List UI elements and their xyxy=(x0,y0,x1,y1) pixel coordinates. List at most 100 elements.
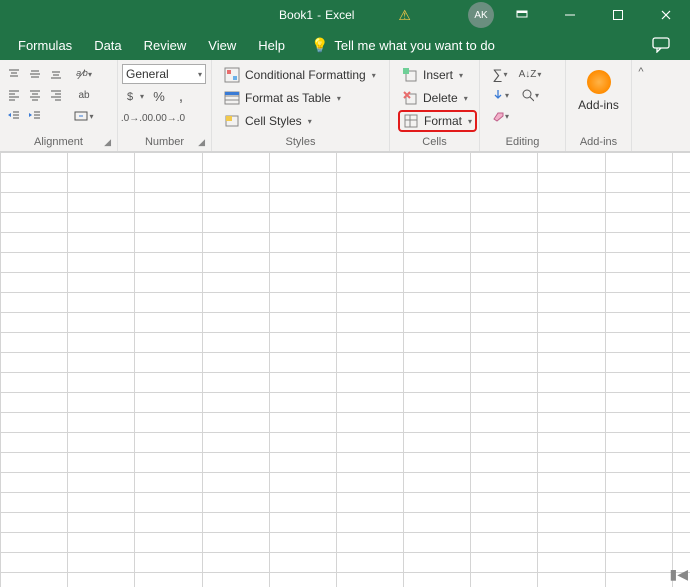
cell[interactable] xyxy=(1,313,68,333)
cell[interactable] xyxy=(672,173,690,193)
cell[interactable] xyxy=(135,573,202,587)
cell[interactable] xyxy=(672,533,690,553)
cell[interactable] xyxy=(135,173,202,193)
cell[interactable] xyxy=(68,513,135,533)
cell[interactable] xyxy=(672,233,690,253)
cell[interactable] xyxy=(404,253,471,273)
cell[interactable] xyxy=(672,413,690,433)
cell[interactable] xyxy=(605,413,672,433)
cell[interactable] xyxy=(135,553,202,573)
conditional-formatting-button[interactable]: Conditional Formatting ▾ xyxy=(220,64,380,86)
cell[interactable] xyxy=(68,493,135,513)
cell[interactable] xyxy=(202,213,269,233)
align-right-icon[interactable] xyxy=(46,85,66,105)
cell[interactable] xyxy=(538,193,605,213)
cell[interactable] xyxy=(269,333,336,353)
cell[interactable] xyxy=(202,273,269,293)
cell[interactable] xyxy=(605,233,672,253)
cell[interactable] xyxy=(672,433,690,453)
cell[interactable] xyxy=(68,333,135,353)
cell[interactable] xyxy=(68,353,135,373)
cell[interactable] xyxy=(404,173,471,193)
decrease-indent-icon[interactable] xyxy=(4,106,24,126)
format-button[interactable]: Format ▾ xyxy=(398,110,477,132)
cell[interactable] xyxy=(269,373,336,393)
cell[interactable] xyxy=(135,213,202,233)
cell[interactable] xyxy=(538,333,605,353)
cell[interactable] xyxy=(68,453,135,473)
cell[interactable] xyxy=(135,353,202,373)
merge-icon[interactable]: ▾ xyxy=(70,106,98,126)
cell[interactable] xyxy=(538,493,605,513)
cell[interactable] xyxy=(336,513,403,533)
cell[interactable] xyxy=(672,193,690,213)
cell[interactable] xyxy=(471,533,538,553)
cell[interactable] xyxy=(404,373,471,393)
cell[interactable] xyxy=(202,413,269,433)
cell[interactable] xyxy=(1,533,68,553)
cell[interactable] xyxy=(202,493,269,513)
cell[interactable] xyxy=(68,293,135,313)
cell[interactable] xyxy=(336,533,403,553)
cell[interactable] xyxy=(135,273,202,293)
cell[interactable] xyxy=(471,313,538,333)
align-middle-icon[interactable] xyxy=(25,64,45,84)
cell[interactable] xyxy=(672,373,690,393)
cell[interactable] xyxy=(605,453,672,473)
cell[interactable] xyxy=(135,373,202,393)
cell[interactable] xyxy=(135,293,202,313)
cell[interactable] xyxy=(135,473,202,493)
dialog-launcher-icon[interactable]: ◢ xyxy=(104,137,111,148)
cell[interactable] xyxy=(1,493,68,513)
cell[interactable] xyxy=(538,233,605,253)
cell[interactable] xyxy=(404,493,471,513)
cell[interactable] xyxy=(538,173,605,193)
increase-indent-icon[interactable] xyxy=(25,106,45,126)
cell[interactable] xyxy=(269,173,336,193)
cell[interactable] xyxy=(672,393,690,413)
cell[interactable] xyxy=(471,493,538,513)
cell[interactable] xyxy=(202,533,269,553)
cell[interactable] xyxy=(68,473,135,493)
cell[interactable] xyxy=(135,453,202,473)
cell[interactable] xyxy=(1,373,68,393)
wrap-text-icon[interactable]: ab xyxy=(70,85,98,105)
cell[interactable] xyxy=(336,433,403,453)
cell[interactable] xyxy=(471,173,538,193)
cell[interactable] xyxy=(605,493,672,513)
ribbon-options-icon[interactable] xyxy=(502,1,542,29)
cell[interactable] xyxy=(68,193,135,213)
cell[interactable] xyxy=(68,573,135,587)
cell[interactable] xyxy=(202,573,269,587)
cell[interactable] xyxy=(1,153,68,173)
cell[interactable] xyxy=(1,433,68,453)
cell[interactable] xyxy=(404,573,471,587)
cell[interactable] xyxy=(202,553,269,573)
cell[interactable] xyxy=(336,493,403,513)
cell[interactable] xyxy=(202,513,269,533)
cell[interactable] xyxy=(471,193,538,213)
cell[interactable] xyxy=(605,193,672,213)
cell-styles-button[interactable]: Cell Styles ▾ xyxy=(220,110,380,132)
cell[interactable] xyxy=(605,273,672,293)
increase-decimal-icon[interactable]: .0→.00 xyxy=(122,108,152,128)
cell[interactable] xyxy=(135,193,202,213)
cell[interactable] xyxy=(68,373,135,393)
cell[interactable] xyxy=(269,193,336,213)
cell[interactable] xyxy=(605,433,672,453)
cell[interactable] xyxy=(202,253,269,273)
cell[interactable] xyxy=(269,573,336,587)
cell[interactable] xyxy=(404,513,471,533)
cell[interactable] xyxy=(605,573,672,587)
cell[interactable] xyxy=(269,233,336,253)
cell[interactable] xyxy=(269,413,336,433)
cell-grid[interactable] xyxy=(0,152,690,587)
clear-icon[interactable]: ▾ xyxy=(488,106,512,126)
cell[interactable] xyxy=(672,313,690,333)
cell[interactable] xyxy=(605,393,672,413)
cell[interactable] xyxy=(672,153,690,173)
cell[interactable] xyxy=(202,233,269,253)
cell[interactable] xyxy=(269,433,336,453)
cell[interactable] xyxy=(135,513,202,533)
cell[interactable] xyxy=(605,353,672,373)
